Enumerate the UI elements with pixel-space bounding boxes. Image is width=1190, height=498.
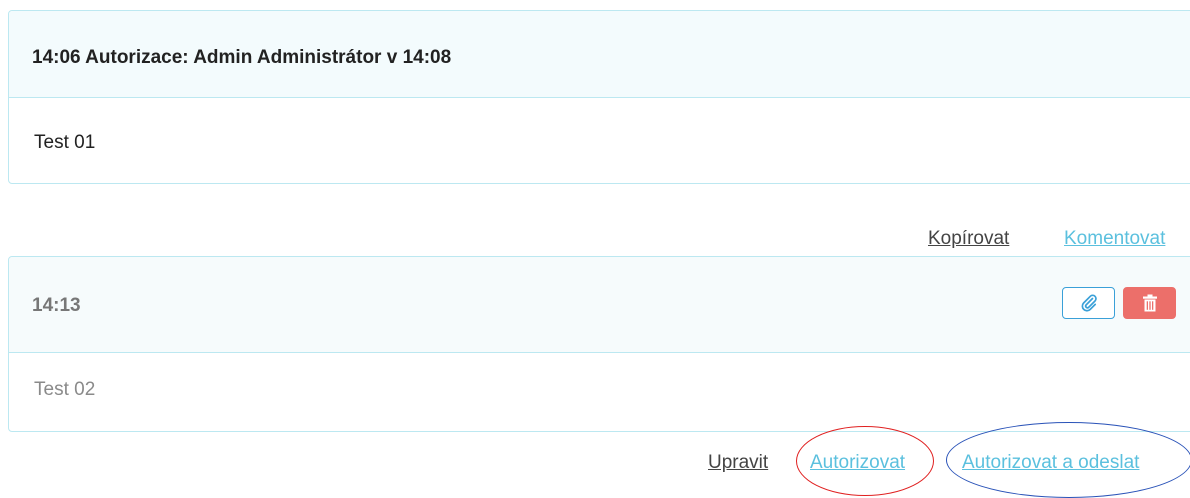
entry-title: 14:06 Autorizace: Admin Administrátor v … [32,47,452,68]
delete-button[interactable] [1123,287,1176,319]
comment-link[interactable]: Komentovat [1064,228,1165,250]
entry-card-1: 14:06 Autorizace: Admin Administrátor v … [8,10,1190,184]
entry-header: 14:06 Autorizace: Admin Administrátor v … [9,11,1190,98]
entry-card-2: 14:13 Test 02 [8,256,1190,432]
edit-link[interactable]: Upravit [708,452,768,474]
paperclip-icon [1081,294,1097,312]
entry-header: 14:13 [9,257,1190,353]
trash-icon [1142,294,1157,312]
copy-link[interactable]: Kopírovat [928,228,1009,250]
entry-body: Test 01 [34,132,96,153]
authorize-and-send-link[interactable]: Autorizovat a odeslat [962,452,1139,474]
attach-button[interactable] [1062,287,1115,319]
authorize-link[interactable]: Autorizovat [810,452,905,474]
entry-time: 14:13 [32,295,81,316]
entry-body: Test 02 [34,379,96,400]
